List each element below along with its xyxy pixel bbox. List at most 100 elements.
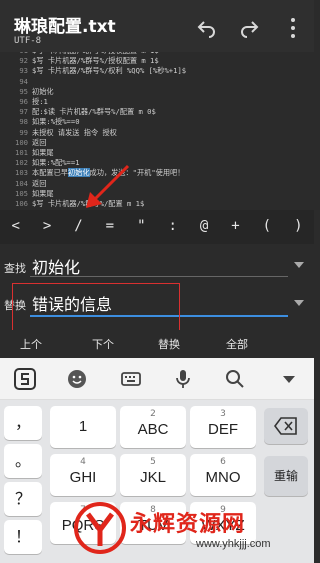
undo-icon[interactable]	[196, 18, 218, 38]
annotation-arrow	[86, 164, 130, 208]
highlight-box	[12, 283, 180, 331]
find-actions: 上个 下个 替换 全部	[0, 330, 314, 358]
editor-line[interactable]: 92 $写 卡片机器/%群号%/授权配置 m 1$	[0, 56, 314, 66]
line-number: 100	[15, 137, 28, 147]
keyboard-toolbar	[0, 358, 314, 400]
file-title: 琳琅配置.txt	[14, 17, 116, 37]
punctuation-key[interactable]: ！	[4, 520, 42, 554]
prev-button[interactable]: 上个	[20, 336, 42, 352]
next-button[interactable]: 下个	[92, 336, 114, 352]
replace-all-button[interactable]: 全部	[226, 336, 248, 352]
text-editor[interactable]: 91$写 卡片机器/%群号%/授权配置 m 1$92$写 卡片机器/%群号%/授…	[0, 52, 314, 210]
microphone-icon[interactable]	[172, 368, 194, 390]
key-digit: 3	[220, 409, 226, 419]
collapse-icon[interactable]	[278, 368, 300, 390]
keyboard-icon[interactable]	[120, 368, 142, 390]
backspace-icon	[274, 417, 297, 435]
punctuation-key[interactable]: ？	[4, 482, 42, 516]
editor-line[interactable]: 95 初始化	[0, 87, 314, 97]
key-letters: JKL	[140, 469, 166, 486]
symbol-key[interactable]: <	[4, 218, 28, 234]
line-text: 未授权 请发送 指令 授权	[32, 127, 117, 137]
keypad-key[interactable]: 4 GHI	[50, 454, 116, 496]
editor-line[interactable]: 94	[0, 77, 314, 87]
key-letters: 1	[78, 418, 88, 435]
emoji-icon[interactable]	[66, 368, 88, 390]
line-number: 105	[15, 188, 28, 198]
sogou-logo-icon[interactable]	[14, 368, 36, 390]
line-text: 如果尾	[32, 188, 54, 198]
symbol-key[interactable]: +	[224, 218, 248, 234]
line-number: 97	[19, 107, 28, 117]
key-digit: 2	[150, 409, 156, 419]
line-text-before: 本配置已早	[32, 168, 68, 178]
line-number: 94	[19, 76, 28, 86]
key-letters: ABC	[137, 421, 169, 438]
find-dropdown-icon[interactable]	[294, 262, 304, 268]
line-number: 101	[15, 148, 28, 157]
editor-line[interactable]: 99 未授权 请发送 指令 授权	[0, 128, 314, 138]
line-number: 92	[19, 56, 28, 66]
key-digit: 4	[80, 457, 86, 467]
line-text: $写 卡片机器/%群号%/权利 %QQ% [%秒%+1]$	[32, 66, 187, 76]
watermark: 永辉资源网 www.yhkjjj.com	[72, 500, 308, 560]
line-number: 103	[15, 168, 28, 178]
redo-icon[interactable]	[238, 18, 260, 38]
symbol-key[interactable]: =	[98, 218, 122, 234]
symbol-key[interactable]: :	[161, 218, 185, 234]
line-number: 95	[19, 86, 28, 96]
key-letters: DEF	[208, 421, 238, 438]
punctuation-key[interactable]: 。	[4, 444, 42, 478]
editor-line[interactable]: 105 如果尾	[0, 189, 314, 199]
editor-line[interactable]: 106 $写 卡片机器/%群号%/配置 m 1$	[0, 199, 314, 209]
symbol-key[interactable]: /	[67, 218, 91, 234]
more-icon[interactable]	[288, 16, 298, 40]
app-header: 琳琅配置.txt UTF-8	[0, 0, 314, 52]
line-number: 104	[15, 178, 28, 188]
line-text: 返回	[32, 137, 47, 147]
keypad-key[interactable]: 3 DEF	[190, 406, 256, 448]
line-text: 返回	[32, 178, 47, 188]
line-text: 授:1	[32, 97, 48, 106]
keypad-key[interactable]: 1	[50, 406, 116, 448]
line-number: 93	[19, 66, 28, 76]
editor-line[interactable]: 100 返回	[0, 138, 314, 148]
replace-dropdown-icon[interactable]	[294, 300, 304, 306]
editor-line[interactable]: 93 $写 卡片机器/%群号%/权利 %QQ% [%秒%+1]$	[0, 66, 314, 76]
key-digit: 6	[220, 457, 226, 467]
editor-line[interactable]: 102 如果:%配%==1	[0, 158, 314, 168]
keypad-key[interactable]: 2 ABC	[120, 406, 186, 448]
line-text: 如果:%配%==1	[32, 158, 80, 168]
line-number: 98	[19, 117, 28, 127]
watermark-text: 永辉资源网	[130, 511, 246, 536]
line-text: 配:$读 卡片机器/%群号%/配置 m 0$	[32, 107, 156, 117]
symbol-bar: < > / = ": @ + ()	[0, 210, 314, 244]
symbol-key[interactable]: (	[255, 218, 279, 234]
symbol-key[interactable]: >	[35, 218, 59, 234]
punctuation-key[interactable]: ，	[4, 406, 42, 440]
symbol-key[interactable]: @	[192, 218, 216, 234]
symbol-key[interactable]: "	[129, 218, 153, 234]
editor-line[interactable]: 96 授:1	[0, 97, 314, 107]
editor-line[interactable]: 97 配:$读 卡片机器/%群号%/配置 m 0$	[0, 107, 314, 117]
reenter-label: 重输	[273, 469, 298, 483]
keypad-key[interactable]: 5 JKL	[120, 454, 186, 496]
line-number: 106	[15, 199, 28, 208]
line-text: 初始化	[32, 86, 54, 96]
line-number: 99	[19, 127, 28, 137]
line-number: 102	[15, 158, 28, 168]
find-underline	[30, 276, 288, 277]
reenter-key[interactable]: 重输	[264, 456, 308, 496]
editor-line[interactable]: 101 如果尾	[0, 148, 314, 158]
editor-line[interactable]: 103 本配置已早初始化成功，发送："开机"使用吧！	[0, 168, 314, 178]
keypad-key[interactable]: 6 MNO	[190, 454, 256, 496]
editor-line[interactable]: 104 返回	[0, 179, 314, 189]
key-digit: 5	[150, 457, 156, 467]
delete-key[interactable]	[264, 408, 308, 444]
find-label: 查找	[4, 262, 26, 275]
symbol-key[interactable]: )	[286, 218, 310, 234]
editor-line[interactable]: 98 如果:%授%==0	[0, 117, 314, 127]
replace-button[interactable]: 替换	[158, 336, 180, 352]
watermark-url: www.yhkjjj.com	[196, 538, 271, 550]
search-icon[interactable]	[224, 368, 246, 390]
